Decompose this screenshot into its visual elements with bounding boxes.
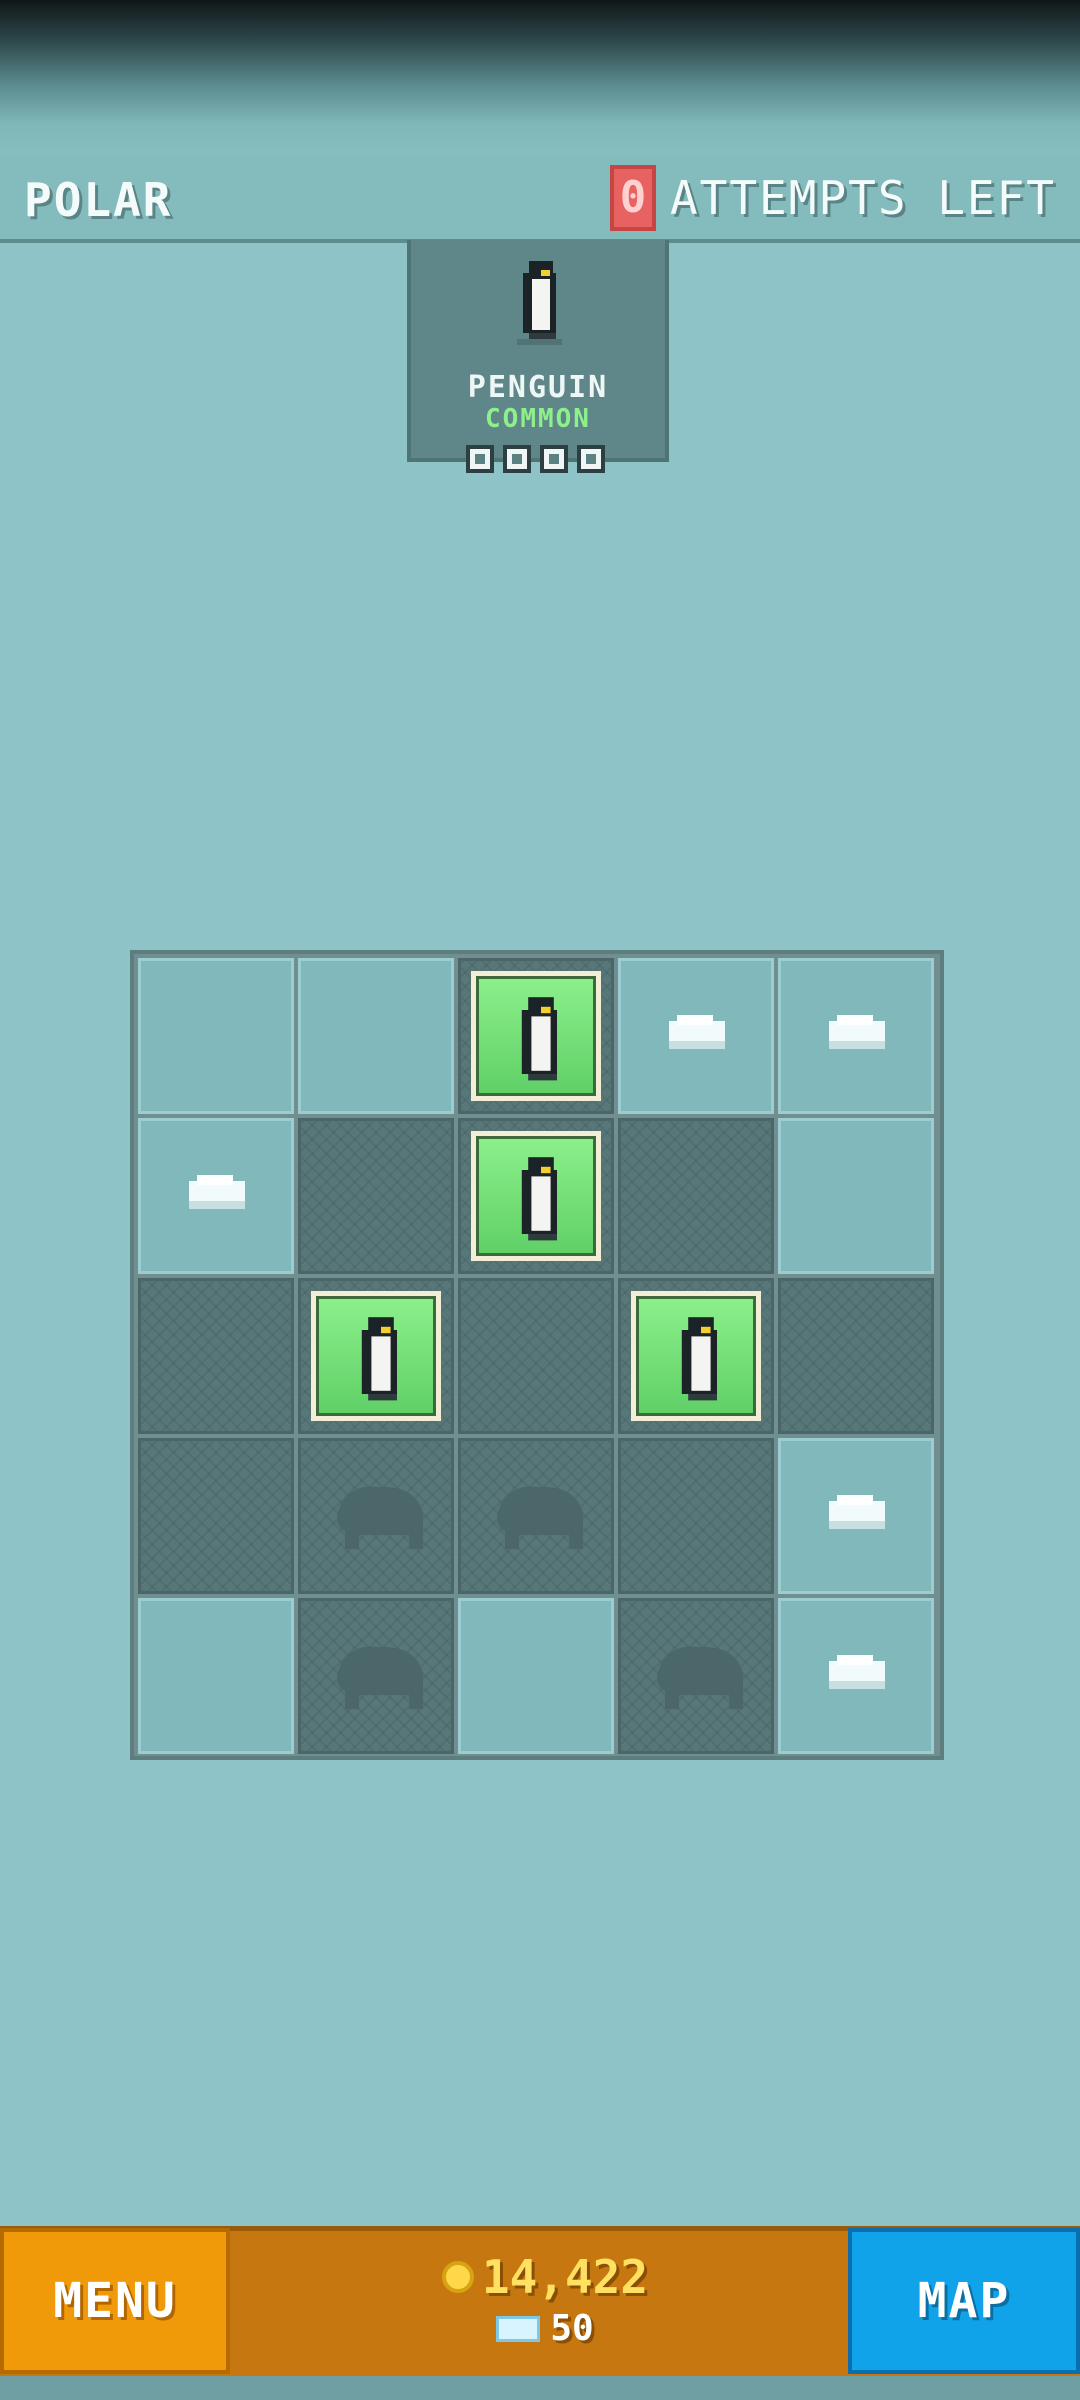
animal-silhouette-icon <box>657 1646 743 1709</box>
map-button[interactable]: MAP <box>848 2228 1080 2374</box>
ice-rock-icon <box>829 1495 885 1529</box>
grid-cell-empty[interactable] <box>458 1278 614 1434</box>
grid-cell-empty[interactable] <box>298 1438 454 1594</box>
region-title: POLAR <box>24 173 173 227</box>
grid-cell-unrevealed[interactable] <box>458 1598 614 1754</box>
grid-cell-unrevealed[interactable] <box>778 1438 934 1594</box>
capture-progress <box>466 445 605 473</box>
progress-pip <box>466 445 494 473</box>
grid-cell-unrevealed[interactable] <box>618 958 774 1114</box>
penguin-icon <box>517 261 562 345</box>
animal-silhouette-icon <box>337 1486 423 1549</box>
progress-pip <box>503 445 531 473</box>
penguin-icon <box>361 1317 397 1401</box>
penguin-icon <box>681 1317 717 1401</box>
attempts-count: 0 <box>609 165 656 231</box>
menu-button[interactable]: MENU <box>0 2228 230 2374</box>
grid-cell-unrevealed[interactable] <box>138 1598 294 1754</box>
grid-cell-unrevealed[interactable] <box>138 958 294 1114</box>
coin-count: 14,422 <box>481 2250 649 2304</box>
grid-cell-found-penguin[interactable] <box>458 958 614 1114</box>
grid-cell-unrevealed[interactable] <box>778 1598 934 1754</box>
ticket-icon <box>496 2315 541 2342</box>
status-bar <box>0 0 1080 155</box>
attempts-label: ATTEMPTS LEFT <box>669 171 1056 225</box>
animal-silhouette-icon <box>497 1486 583 1549</box>
ice-rock-icon <box>829 1015 885 1049</box>
grid-cell-empty[interactable] <box>298 1118 454 1274</box>
grid-cell-found-penguin[interactable] <box>618 1278 774 1434</box>
grid-cell-found-penguin[interactable] <box>458 1118 614 1274</box>
top-bar: POLAR 0 ATTEMPTS LEFT <box>0 155 1080 243</box>
grid-cell-empty[interactable] <box>778 1278 934 1434</box>
grid-cell-empty[interactable] <box>618 1118 774 1274</box>
found-tile <box>631 1291 761 1421</box>
grid-cell-empty[interactable] <box>458 1438 614 1594</box>
grid-cell-unrevealed[interactable] <box>778 1118 934 1274</box>
progress-pip <box>540 445 568 473</box>
penguin-icon <box>521 997 557 1081</box>
ice-rock-icon <box>829 1655 885 1689</box>
grid-cell-empty[interactable] <box>138 1438 294 1594</box>
target-animal-card[interactable]: PENGUIN COMMON <box>407 240 669 473</box>
grid-cell-empty[interactable] <box>298 1598 454 1754</box>
attempts-indicator: 0 ATTEMPTS LEFT <box>609 165 1056 231</box>
animal-silhouette-icon <box>337 1646 423 1709</box>
ice-rock-icon <box>189 1175 245 1209</box>
animal-name: PENGUIN <box>467 370 609 405</box>
found-tile <box>471 971 601 1101</box>
grid-cell-unrevealed[interactable] <box>298 958 454 1114</box>
animal-rarity: COMMON <box>485 404 591 434</box>
found-tile <box>311 1291 441 1421</box>
coin-icon <box>441 2261 474 2293</box>
grid-cell-unrevealed[interactable] <box>778 958 934 1114</box>
system-nav-bar <box>0 2376 1080 2400</box>
found-tile <box>471 1131 601 1261</box>
currency-display: 14,422 50 <box>430 2250 660 2349</box>
ticket-count: 50 <box>550 2308 594 2349</box>
hunt-grid <box>130 950 944 1760</box>
grid-cell-empty[interactable] <box>618 1598 774 1754</box>
grid-cell-empty[interactable] <box>618 1438 774 1594</box>
grid-cell-found-penguin[interactable] <box>298 1278 454 1434</box>
progress-pip <box>577 445 605 473</box>
grid-cell-empty[interactable] <box>138 1278 294 1434</box>
ice-rock-icon <box>669 1015 725 1049</box>
grid-cell-unrevealed[interactable] <box>138 1118 294 1274</box>
penguin-icon <box>521 1157 557 1241</box>
